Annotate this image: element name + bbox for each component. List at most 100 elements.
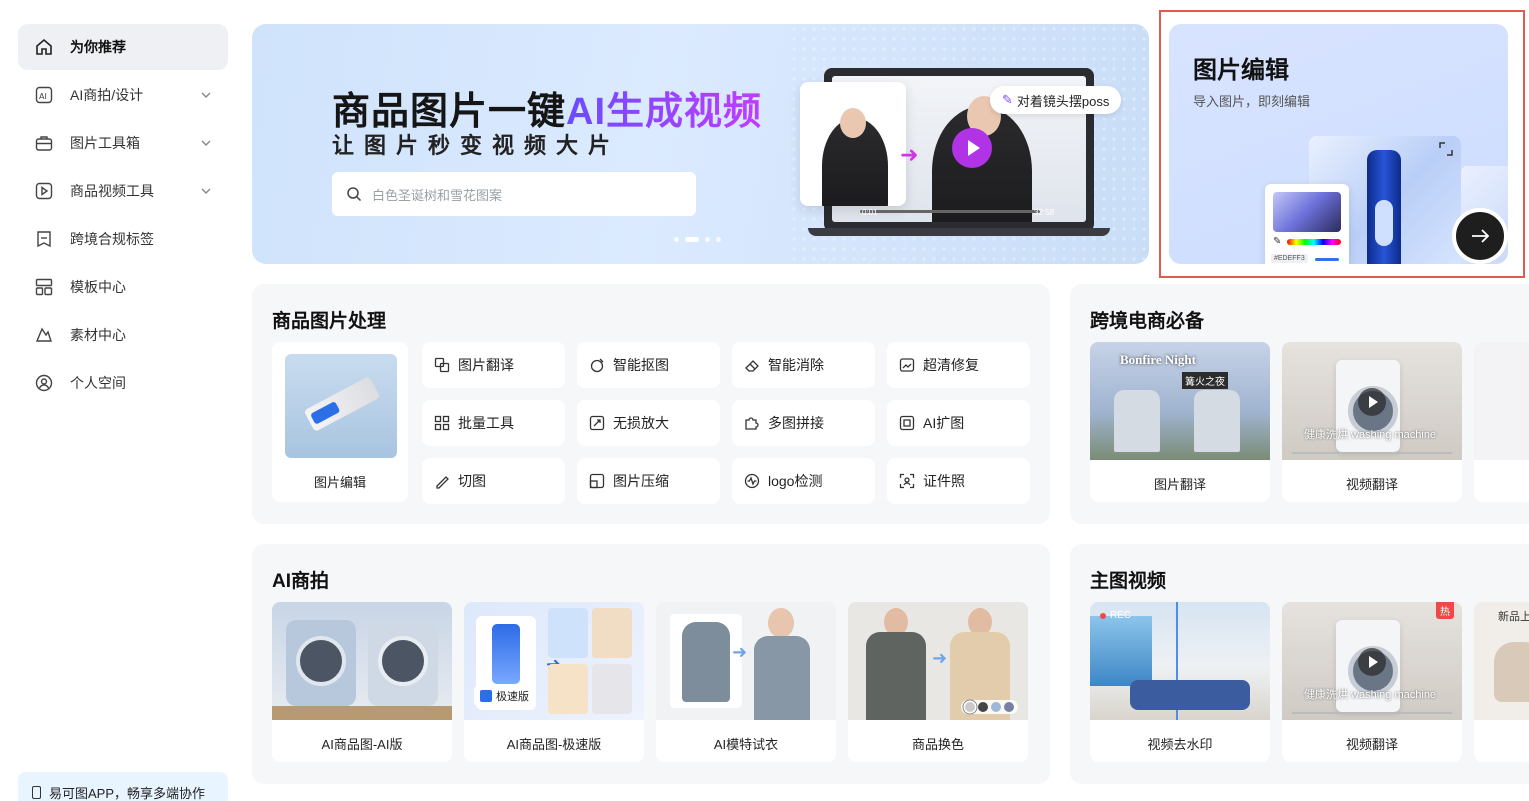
play-icon[interactable] <box>952 128 992 168</box>
fast-badge: 极速版 <box>474 686 535 706</box>
model-face <box>768 608 794 638</box>
sidebar-item-personal[interactable]: 个人空间 <box>18 360 228 406</box>
video-time-end: 32:58 <box>1034 208 1055 217</box>
hero-search-input[interactable]: 白色圣诞树和雪花图案 <box>332 172 696 216</box>
tool-label: 超清修复 <box>923 357 979 373</box>
hd-icon <box>899 357 915 373</box>
card-ai-product-fast[interactable]: ➜ 极速版 AI商品图-极速版 <box>464 602 644 762</box>
coat-illustration <box>682 622 730 702</box>
tool-smart-cutout[interactable]: 智能抠图 <box>577 342 720 388</box>
carousel-dot[interactable] <box>716 237 721 242</box>
tool-label: 无损放大 <box>613 415 669 431</box>
color-swatch[interactable] <box>978 702 988 712</box>
sidebar-item-compliance[interactable]: 跨境合规标签 <box>18 216 228 262</box>
image-edit-go-button[interactable] <box>1452 208 1508 264</box>
phone-illustration <box>492 624 520 684</box>
tool-label: 切图 <box>458 473 486 489</box>
card-ai-product-ai[interactable]: AI商品图-AI版 <box>272 602 452 762</box>
sidebar-item-templates[interactable]: 模板中心 <box>18 264 228 310</box>
play-icon <box>1358 648 1386 676</box>
slice-icon <box>434 473 450 489</box>
material-icon <box>34 325 54 345</box>
app-download-banner[interactable]: 易可图APP，畅享多端协作 <box>18 772 228 801</box>
card-product-recolor[interactable]: ➜ 商品换色 <box>848 602 1028 762</box>
card-partial[interactable] <box>1474 342 1529 502</box>
carousel-dot[interactable] <box>705 237 710 242</box>
card-image: 健康洗烘 washing machine <box>1282 342 1462 460</box>
tool-label: 智能消除 <box>768 357 824 373</box>
hot-badge: 热 <box>1436 602 1454 619</box>
color-swatch[interactable] <box>965 702 975 712</box>
tool-smart-erase[interactable]: 智能消除 <box>732 342 875 388</box>
hero-banner[interactable]: 商品图片一键AI生成视频 让图片秒变视频大片 白色圣诞树和雪花图案 ➜ ✎ 对着镜… <box>252 24 1149 264</box>
featured-image-edit[interactable]: 图片编辑 <box>272 342 408 502</box>
sidebar-item-materials[interactable]: 素材中心 <box>18 312 228 358</box>
main-video-panel: 主图视频 REC 视频去水印 健康洗烘 washing machine 热 视频… <box>1070 544 1529 784</box>
tool-batch[interactable]: 批量工具 <box>422 400 565 446</box>
tool-slice[interactable]: 切图 <box>422 458 565 504</box>
video-progress-bar <box>1292 712 1452 714</box>
sidebar-item-label: 素材中心 <box>70 327 126 343</box>
featured-image <box>285 354 397 458</box>
tool-label: AI扩图 <box>923 415 965 431</box>
overlay-title: Bonfire Night <box>1120 352 1196 367</box>
result-thumb <box>548 608 588 658</box>
tool-lossless-upscale[interactable]: 无损放大 <box>577 400 720 446</box>
model-figure-gray <box>866 632 926 720</box>
hue-slider <box>1287 239 1341 245</box>
card-partial-new-product[interactable]: 新品上 <box>1474 602 1529 762</box>
carousel-dot-active[interactable] <box>685 237 699 242</box>
card-image: Bonfire Night 篝火之夜 <box>1090 342 1270 460</box>
sidebar-item-label: 个人空间 <box>70 375 126 391</box>
tool-hd-restore[interactable]: 超清修复 <box>887 342 1030 388</box>
card-label: AI商品图-极速版 <box>506 737 602 752</box>
bottle-illustration <box>1367 150 1401 264</box>
tool-image-translate[interactable]: 图片翻译 <box>422 342 565 388</box>
translate-icon <box>434 357 450 373</box>
arrow-right-icon <box>1472 229 1490 243</box>
card-video-watermark-remove[interactable]: REC 视频去水印 <box>1090 602 1270 762</box>
carousel-dot[interactable] <box>674 237 679 242</box>
sidebar-item-ai-design[interactable]: AI AI商拍/设计 <box>18 72 228 118</box>
tool-compress[interactable]: 图片压缩 <box>577 458 720 504</box>
sidebar-item-toolbox[interactable]: 图片工具箱 <box>18 120 228 166</box>
upscale-icon <box>589 415 605 431</box>
id-photo-icon <box>899 473 915 489</box>
template-icon <box>34 277 54 297</box>
card-ai-model-tryon[interactable]: ➜ AI模特试衣 <box>656 602 836 762</box>
image-edit-title: 图片编辑 <box>1193 57 1289 84</box>
puzzle-icon <box>744 415 760 431</box>
video-progress-bar[interactable] <box>860 210 1040 213</box>
tool-multi-stitch[interactable]: 多图拼接 <box>732 400 875 446</box>
overlay-text: 健康洗烘 washing machine <box>1304 689 1437 701</box>
card-main-video-translate[interactable]: 健康洗烘 washing machine 热 视频翻译 <box>1282 602 1462 762</box>
tool-label: 智能抠图 <box>613 357 669 373</box>
arrow-right-icon: ➜ <box>932 648 948 668</box>
tool-label: 图片压缩 <box>613 473 669 489</box>
hero-title-highlight: AI生成视频 <box>566 91 763 133</box>
tool-label: 图片翻译 <box>458 357 514 373</box>
batch-icon <box>434 415 450 431</box>
featured-label: 图片编辑 <box>313 475 366 490</box>
home-icon <box>34 37 54 57</box>
sidebar-item-recommend[interactable]: 为你推荐 <box>18 24 228 70</box>
color-swatch[interactable] <box>1004 702 1014 712</box>
card-image: 健康洗烘 washing machine 热 <box>1282 602 1462 720</box>
color-swatch[interactable] <box>991 702 1001 712</box>
chevron-down-icon <box>201 188 211 194</box>
card-image <box>272 602 452 720</box>
tool-ai-expand[interactable]: AI扩图 <box>887 400 1030 446</box>
card-image: REC <box>1090 602 1270 720</box>
hero-title: 商品图片一键AI生成视频 <box>332 80 762 135</box>
tool-id-photo[interactable]: 证件照 <box>887 458 1030 504</box>
color-hex: #EDEFF3 <box>1271 254 1308 263</box>
sidebar-item-video-tools[interactable]: 商品视频工具 <box>18 168 228 214</box>
card-video-translate[interactable]: 健康洗烘 washing machine 视频翻译 <box>1282 342 1462 502</box>
tube-illustration <box>303 376 381 432</box>
tool-logo-detect[interactable]: logo检测 <box>732 458 875 504</box>
tool-label: 证件照 <box>923 473 965 489</box>
card-image-translate[interactable]: Bonfire Night 篝火之夜 图片翻译 <box>1090 342 1270 502</box>
sidebar: 为你推荐 AI AI商拍/设计 图片工具箱 商品视频工具 跨境合规标签 模板中心… <box>0 0 240 801</box>
carousel-dots[interactable] <box>674 237 721 242</box>
card-label: 视频去水印 <box>1147 737 1213 752</box>
